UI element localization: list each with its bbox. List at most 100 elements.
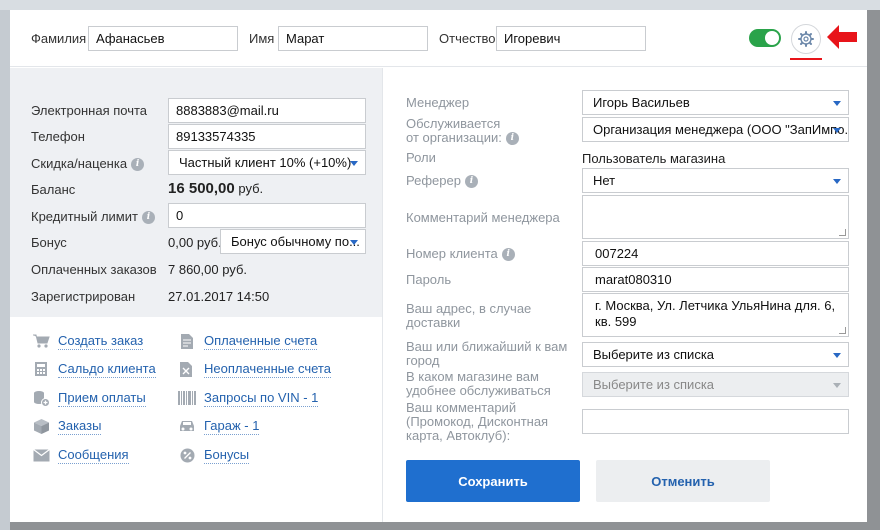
balance-label: Баланс [31,182,76,197]
client-edit-modal: Фамилия Афанасьев Имя Марат Отчество Иго… [10,10,867,522]
bonus-select-value: Бонус обычному по... [231,234,360,249]
address-line1: г. Москва, Ул. Летчика УльяНина для. 6, [595,298,836,313]
vin-requests-action[interactable]: Запросы по VIN - 1 [178,389,319,407]
discount-select-value: Частный клиент 10% (+10%) [179,155,352,170]
unpaid-invoices-action[interactable]: Неоплаченные счета [178,360,331,378]
client-number-label: Номер клиента [406,246,498,261]
credit-label-wrap: Кредитный лимит i [31,209,155,225]
barcode-icon [178,389,196,407]
credit-input[interactable]: 0 [168,203,366,228]
unpaid-invoices-link[interactable]: Неоплаченные счета [204,361,331,378]
messages-action[interactable]: Сообщения [32,446,129,464]
registered-label: Зарегистрирован [31,289,136,304]
document-cross-icon [178,360,196,378]
chevron-down-icon [833,353,841,358]
discount-select[interactable]: Частный клиент 10% (+10%) [168,150,366,175]
info-icon[interactable]: i [505,132,519,146]
address-textarea[interactable]: г. Москва, Ул. Летчика УльяНина для. 6, … [582,293,849,337]
referrer-select-value: Нет [593,173,616,188]
client-balance-action[interactable]: Сальдо клиента [32,360,156,378]
paid-invoices-link[interactable]: Оплаченные счета [204,333,318,350]
messages-link[interactable]: Сообщения [58,447,129,464]
resize-grip-icon[interactable] [839,327,846,334]
save-button[interactable]: Сохранить [406,460,580,502]
client-number-input[interactable]: 007224 [582,241,849,266]
info-icon[interactable]: i [141,211,155,225]
served-label-line2-wrap: от организации: i [406,131,519,146]
referrer-select[interactable]: Нет [582,168,849,193]
manager-comment-label: Комментарий менеджера [406,210,560,225]
credit-label: Кредитный лимит [31,209,138,224]
orders-link[interactable]: Заказы [58,418,102,435]
bonus-select[interactable]: Бонус обычному по... [220,229,366,254]
email-input[interactable]: 8883883@mail.ru [168,98,366,123]
address-label-line1: Ваш адрес, в случае [406,301,532,316]
bonuses-link[interactable]: Бонусы [204,447,250,464]
city-select-value: Выберите из списка [593,347,715,362]
garage-link[interactable]: Гараж - 1 [204,418,260,435]
orders-action[interactable]: Заказы [32,417,102,435]
manager-comment-textarea[interactable] [582,195,849,239]
discount-label: Скидка/наценка [31,156,128,171]
cart-icon [32,332,50,350]
garage-action[interactable]: Гараж - 1 [178,417,260,435]
city-label-line2: город [406,353,440,368]
organization-select-value: Организация менеджера (ООО "ЗапИмпо... [593,122,849,137]
phone-input[interactable]: 89133574335 [168,124,366,149]
create-order-action[interactable]: Создать заказ [32,332,144,350]
paid-invoices-action[interactable]: Оплаченные счета [178,332,318,350]
background-table-header [0,0,880,10]
car-icon [178,417,196,435]
comment-label-line2: (Промокод, Дисконтная [406,414,549,429]
payment-action[interactable]: Прием оплаты [32,389,146,407]
payment-link[interactable]: Прием оплаты [58,390,146,407]
patronymic-input[interactable]: Игоревич [496,26,646,51]
client-balance-link[interactable]: Сальдо клиента [58,361,156,378]
info-icon[interactable]: i [464,175,478,189]
balance-value: 16 500,00 руб. [168,180,263,197]
store-select: Выберите из списка [582,372,849,397]
lastname-input[interactable]: Афанасьев [88,26,238,51]
comment-input[interactable] [582,409,849,434]
client-info-panel: Электронная почта 8883883@mail.ru Телефо… [10,68,382,317]
patronymic-label: Отчество [439,31,496,46]
store-label-line2: удобнее обслуживаться [406,383,551,398]
highlight-underline [790,58,822,60]
vin-requests-link[interactable]: Запросы по VIN - 1 [204,390,319,407]
address-label-line2: доставки [406,315,461,330]
organization-select[interactable]: Организация менеджера (ООО "ЗапИмпо... [582,117,849,142]
resize-grip-icon[interactable] [839,229,846,236]
settings-button[interactable] [791,24,821,54]
roles-value: Пользователь магазина [582,151,726,166]
envelope-icon [32,446,50,464]
coins-icon [32,389,50,407]
comment-label-line1: Ваш комментарий [406,400,517,415]
bonuses-action[interactable]: Бонусы [178,446,250,464]
registered-value: 27.01.2017 14:50 [168,289,270,304]
bonus-label: Бонус [31,235,67,250]
balance-currency: руб. [238,181,264,196]
cancel-button[interactable]: Отменить [596,460,770,502]
manager-label: Менеджер [406,95,470,110]
client-number-label-wrap: Номер клиента i [406,246,515,262]
city-select[interactable]: Выберите из списка [582,342,849,367]
manager-select[interactable]: Игорь Васильев [582,90,849,115]
document-icon [178,332,196,350]
create-order-link[interactable]: Создать заказ [58,333,144,350]
info-icon[interactable]: i [131,158,145,172]
comment-label-line3: карта, Автоклуб): [406,428,511,443]
firstname-input[interactable]: Марат [278,26,428,51]
referrer-label-wrap: Реферер i [406,174,478,189]
background-table-column [0,10,10,530]
firstname-label: Имя [249,31,275,46]
chevron-down-icon [833,179,841,184]
percent-icon [178,446,196,464]
chevron-down-icon [350,161,358,166]
bonus-amount: 0,00 руб. [168,235,222,250]
store-label-line1: В каком магазине вам [406,369,539,384]
password-input[interactable]: marat080310 [582,267,849,292]
info-icon[interactable]: i [501,248,515,262]
phone-label: Телефон [31,129,85,144]
active-toggle[interactable] [749,29,781,47]
chevron-down-icon [833,383,841,388]
